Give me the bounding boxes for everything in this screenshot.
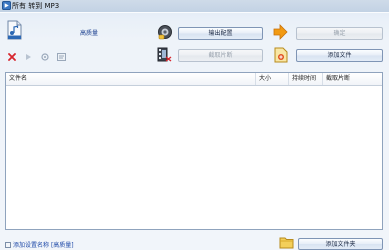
column-header-size[interactable]: 大小: [256, 73, 289, 85]
confirm-button[interactable]: 确定: [296, 27, 383, 40]
column-header-filename[interactable]: 文件名: [6, 73, 256, 85]
settings-icon[interactable]: [41, 53, 49, 61]
info-icon[interactable]: [57, 53, 66, 61]
delete-icon[interactable]: [8, 53, 16, 61]
play-icon[interactable]: [24, 53, 32, 61]
checkbox-icon[interactable]: [5, 242, 11, 248]
column-header-clip[interactable]: 截取片断: [323, 73, 382, 85]
window-title: 所有 转到 MP3: [12, 2, 60, 10]
arrow-right-icon: [273, 24, 288, 40]
quality-label: 高质量: [80, 30, 99, 37]
add-setting-name-link[interactable]: 添加设置名称 [高质量]: [5, 240, 74, 249]
app-icon: [2, 1, 11, 10]
quality-tag: [高质量]: [50, 242, 74, 249]
audio-file-icon: [7, 20, 22, 40]
add-file-button[interactable]: 添加文件: [296, 49, 383, 62]
title-separator: [0, 12, 389, 13]
cut-clip-button[interactable]: 截取片断: [178, 49, 263, 62]
converter-window: 所有 转到 MP3 高质量 输出配置 确定 截取片断 添加文件 文件名 大小 持…: [0, 0, 389, 250]
speaker-icon: [158, 25, 172, 40]
table-header: 文件名 大小 持续时间 截取片断: [6, 73, 382, 86]
add-folder-icon: [279, 237, 294, 249]
column-header-duration[interactable]: 持续时间: [289, 73, 323, 85]
film-cut-icon: [157, 47, 172, 62]
output-config-button[interactable]: 输出配置: [178, 27, 263, 40]
add-setting-name-label[interactable]: 添加设置名称: [13, 242, 49, 249]
add-file-icon: [274, 47, 288, 63]
add-folder-button[interactable]: 添加文件夹: [298, 238, 383, 250]
file-list-table[interactable]: 文件名 大小 持续时间 截取片断: [5, 72, 383, 230]
